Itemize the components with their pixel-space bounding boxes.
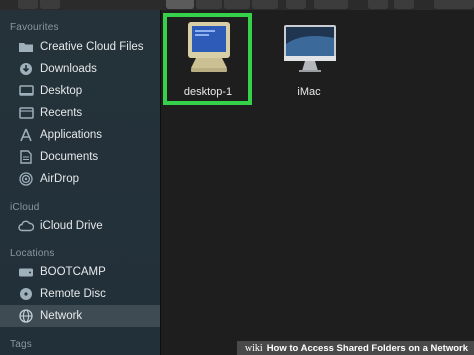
- sidebar-item-label: Remote Disc: [40, 288, 106, 300]
- sidebar-item-bootcamp[interactable]: BOOTCAMP: [0, 261, 160, 283]
- sidebar-item-label: Documents: [40, 151, 99, 163]
- sidebar-item-documents[interactable]: Documents: [0, 146, 160, 168]
- search-button[interactable]: [434, 0, 474, 9]
- sidebar-item-applications[interactable]: Applications: [0, 124, 160, 146]
- wikihow-watermark: wiki How to Access Shared Folders on a N…: [236, 341, 474, 355]
- forward-button[interactable]: [40, 0, 60, 9]
- icon-view-button[interactable]: [166, 0, 194, 9]
- sidebar-item-label: Recents: [40, 107, 83, 119]
- sidebar-item-desktop[interactable]: Desktop: [0, 80, 160, 102]
- desktop-icon: [17, 84, 35, 98]
- icloud-icon: [17, 219, 35, 233]
- column-view-button[interactable]: [224, 0, 250, 9]
- share-button[interactable]: [368, 0, 388, 9]
- sidebar-item-label: iCloud Drive: [40, 220, 103, 232]
- sidebar-item-label: Network: [40, 310, 83, 322]
- disc-icon: [17, 287, 35, 301]
- group-button[interactable]: [286, 0, 306, 9]
- sidebar-item-recents[interactable]: Recents: [0, 102, 160, 124]
- file-item-imac[interactable]: iMac: [266, 14, 352, 114]
- favourites-header: Favourites: [10, 22, 59, 33]
- sidebar-item-label: Downloads: [40, 63, 97, 75]
- list-view-button[interactable]: [196, 0, 222, 9]
- sidebar-item-label: AirDrop: [40, 173, 79, 185]
- sidebar-item-icloud-drive[interactable]: iCloud Drive: [0, 215, 160, 237]
- back-button[interactable]: [18, 0, 38, 9]
- network-icon: [17, 309, 35, 323]
- sidebar-item-label: Desktop: [40, 85, 83, 97]
- sidebar-item-creative-cloud-files[interactable]: Creative Cloud Files: [0, 36, 160, 58]
- sidebar: Favourites Creative Cloud Files Download…: [0, 10, 161, 355]
- downloads-icon: [17, 62, 35, 76]
- documents-icon: [17, 150, 35, 164]
- selection-highlight: [163, 13, 252, 105]
- sidebar-item-label: BOOTCAMP: [40, 266, 106, 278]
- sidebar-item-downloads[interactable]: Downloads: [0, 58, 160, 80]
- imac-icon: [283, 24, 337, 79]
- watermark-title: How to Access Shared Folders on a Networ…: [266, 342, 468, 354]
- drive-icon: [17, 265, 35, 279]
- action-button[interactable]: [314, 0, 348, 9]
- locations-header: Locations: [10, 248, 55, 259]
- sidebar-item-airdrop[interactable]: AirDrop: [0, 168, 160, 190]
- tags-header: Tags: [10, 339, 32, 350]
- sidebar-item-network[interactable]: Network: [0, 305, 160, 327]
- sidebar-item-label: Creative Cloud Files: [40, 41, 144, 53]
- file-item-label: iMac: [297, 86, 321, 98]
- recents-icon: [17, 106, 35, 120]
- airdrop-icon: [17, 172, 35, 186]
- sidebar-item-label: Applications: [40, 129, 103, 141]
- sidebar-item-remote-disc[interactable]: Remote Disc: [0, 283, 160, 305]
- applications-icon: [17, 128, 35, 142]
- tags-button[interactable]: [394, 0, 414, 9]
- folder-icon: [17, 40, 35, 54]
- watermark-brand: wiki: [244, 342, 263, 354]
- icloud-header: iCloud: [10, 202, 40, 213]
- gallery-view-button[interactable]: [252, 0, 278, 9]
